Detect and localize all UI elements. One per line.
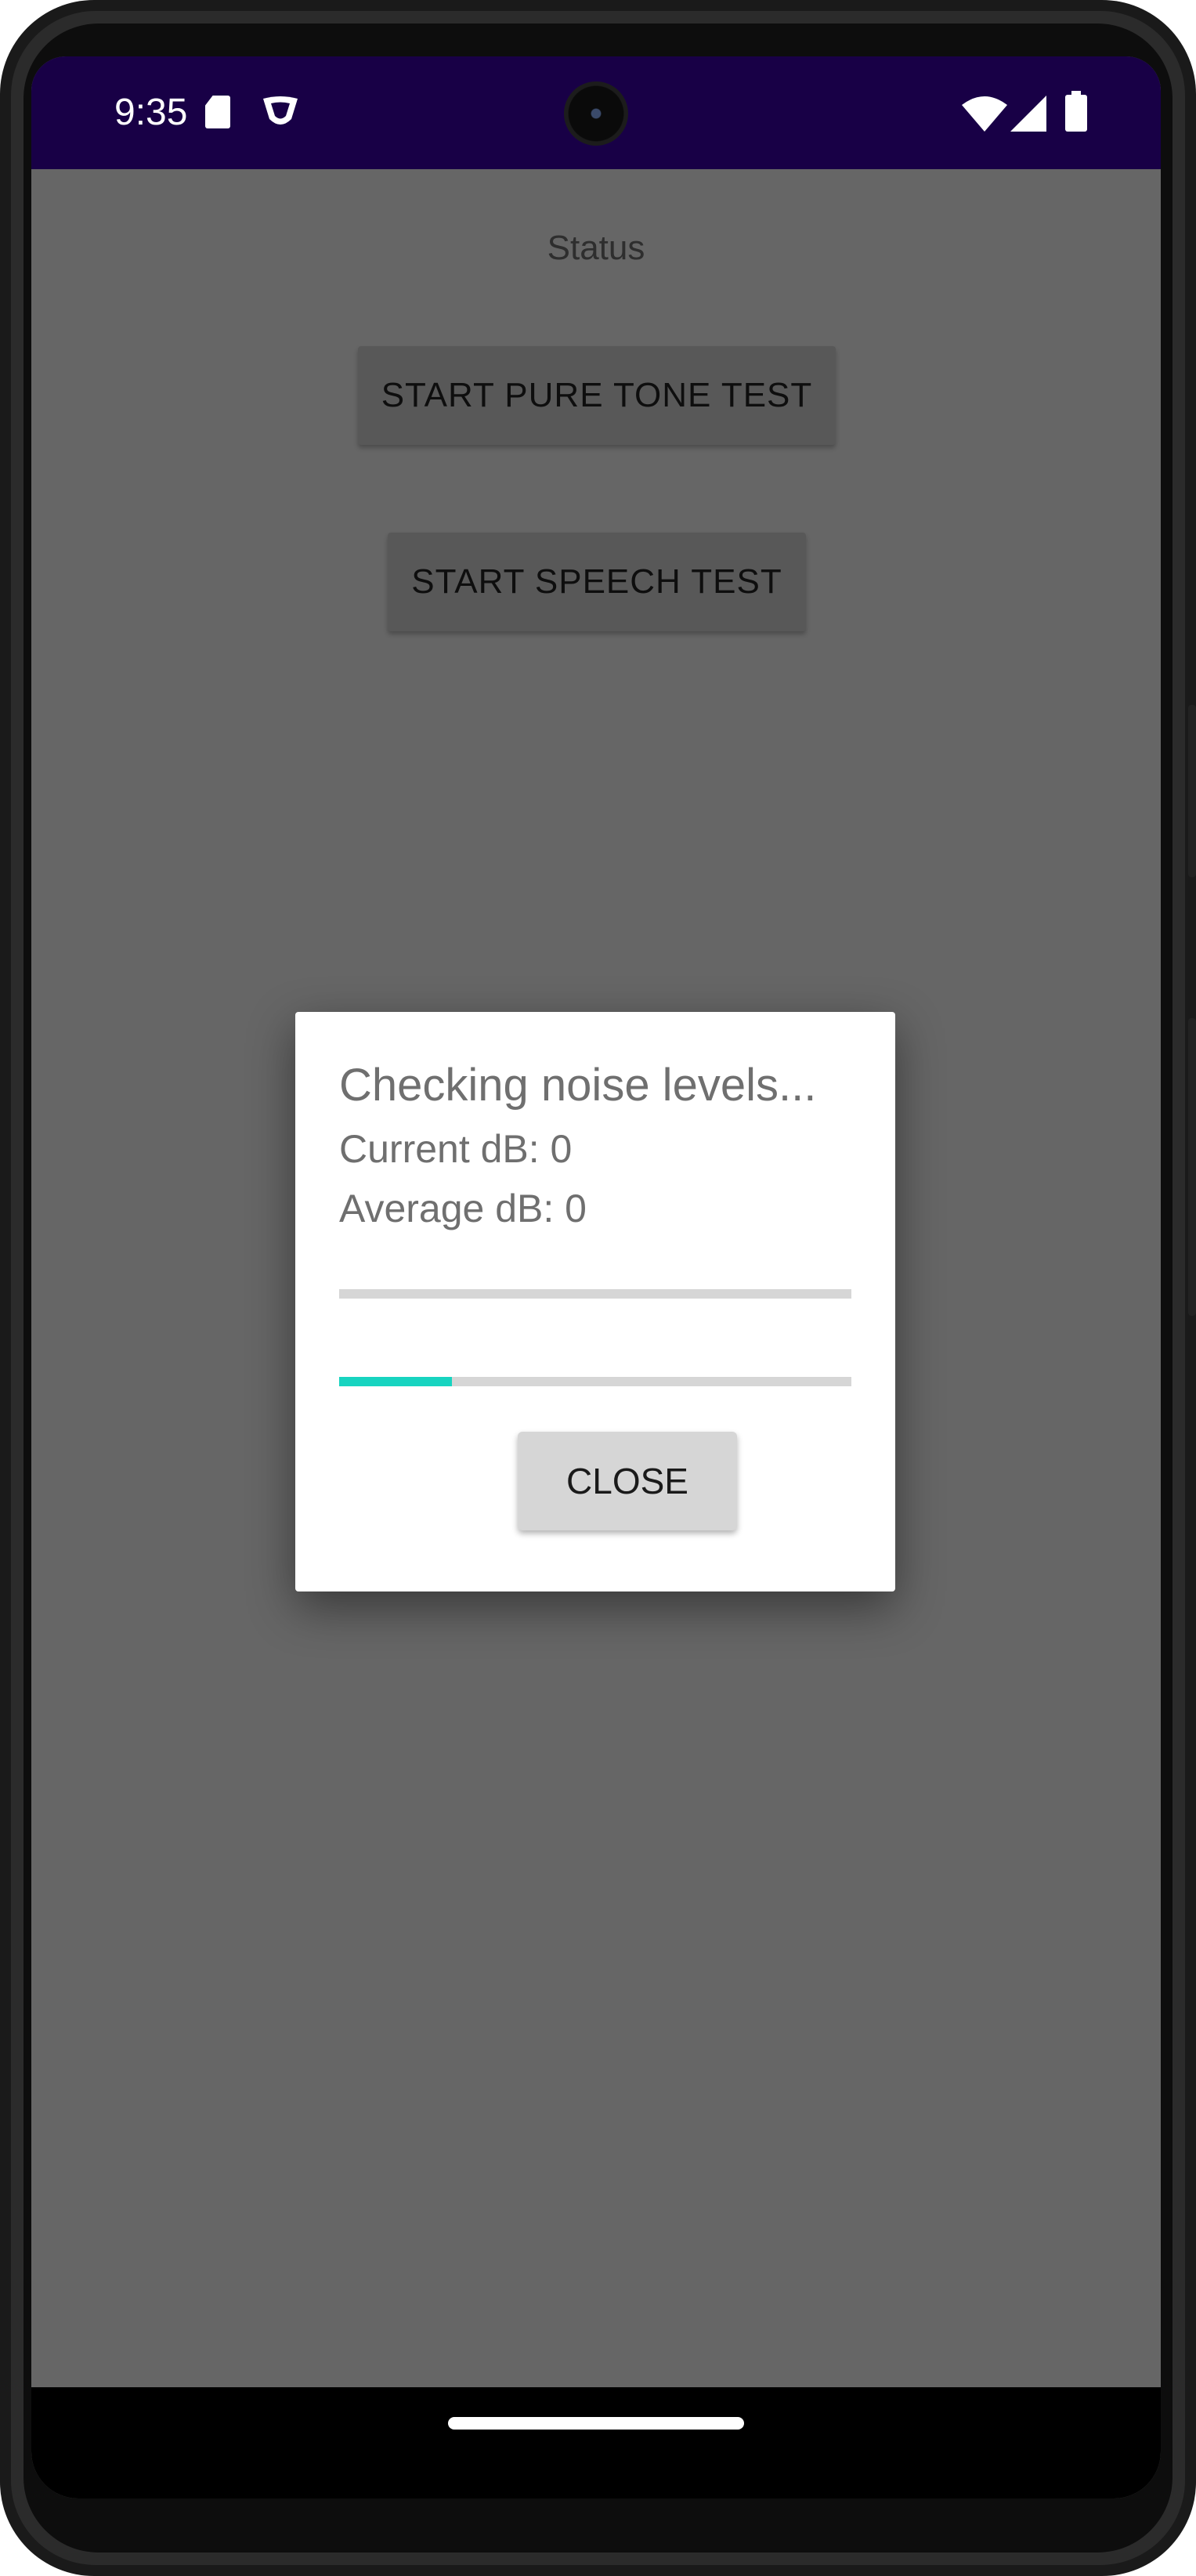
status-bar: 9:35 (31, 56, 1161, 169)
front-camera (564, 81, 628, 146)
vpn-shield-icon (263, 96, 298, 125)
dialog-title: Checking noise levels... (339, 1060, 817, 1111)
status-time: 9:35 (114, 92, 188, 133)
start-speech-test-button[interactable]: START SPEECH TEST (388, 533, 806, 631)
average-db-label: Average dB: 0 (339, 1187, 587, 1230)
timer-progress-fill (339, 1377, 452, 1386)
navigation-bar (31, 2387, 1161, 2498)
power-button (1188, 1018, 1196, 1316)
noise-check-dialog: Checking noise levels... Current dB: 0 A… (295, 1012, 895, 1591)
cellular-signal-icon (1010, 96, 1046, 132)
status-label: Status (547, 229, 645, 267)
battery-icon (1065, 91, 1087, 132)
phone-frame: 9:35 Status START PURE TONE TEST START S… (0, 0, 1196, 2576)
timer-progress-bar (339, 1377, 851, 1386)
volume-button (1188, 705, 1196, 877)
screen: 9:35 Status START PURE TONE TEST START S… (31, 56, 1161, 2498)
close-button[interactable]: CLOSE (518, 1432, 737, 1530)
noise-level-progress-bar (339, 1289, 851, 1299)
wifi-icon (962, 96, 1007, 132)
sd-card-icon (205, 96, 230, 128)
home-gesture-handle[interactable] (448, 2417, 744, 2430)
current-db-label: Current dB: 0 (339, 1127, 573, 1171)
start-pure-tone-test-button[interactable]: START PURE TONE TEST (358, 346, 836, 445)
